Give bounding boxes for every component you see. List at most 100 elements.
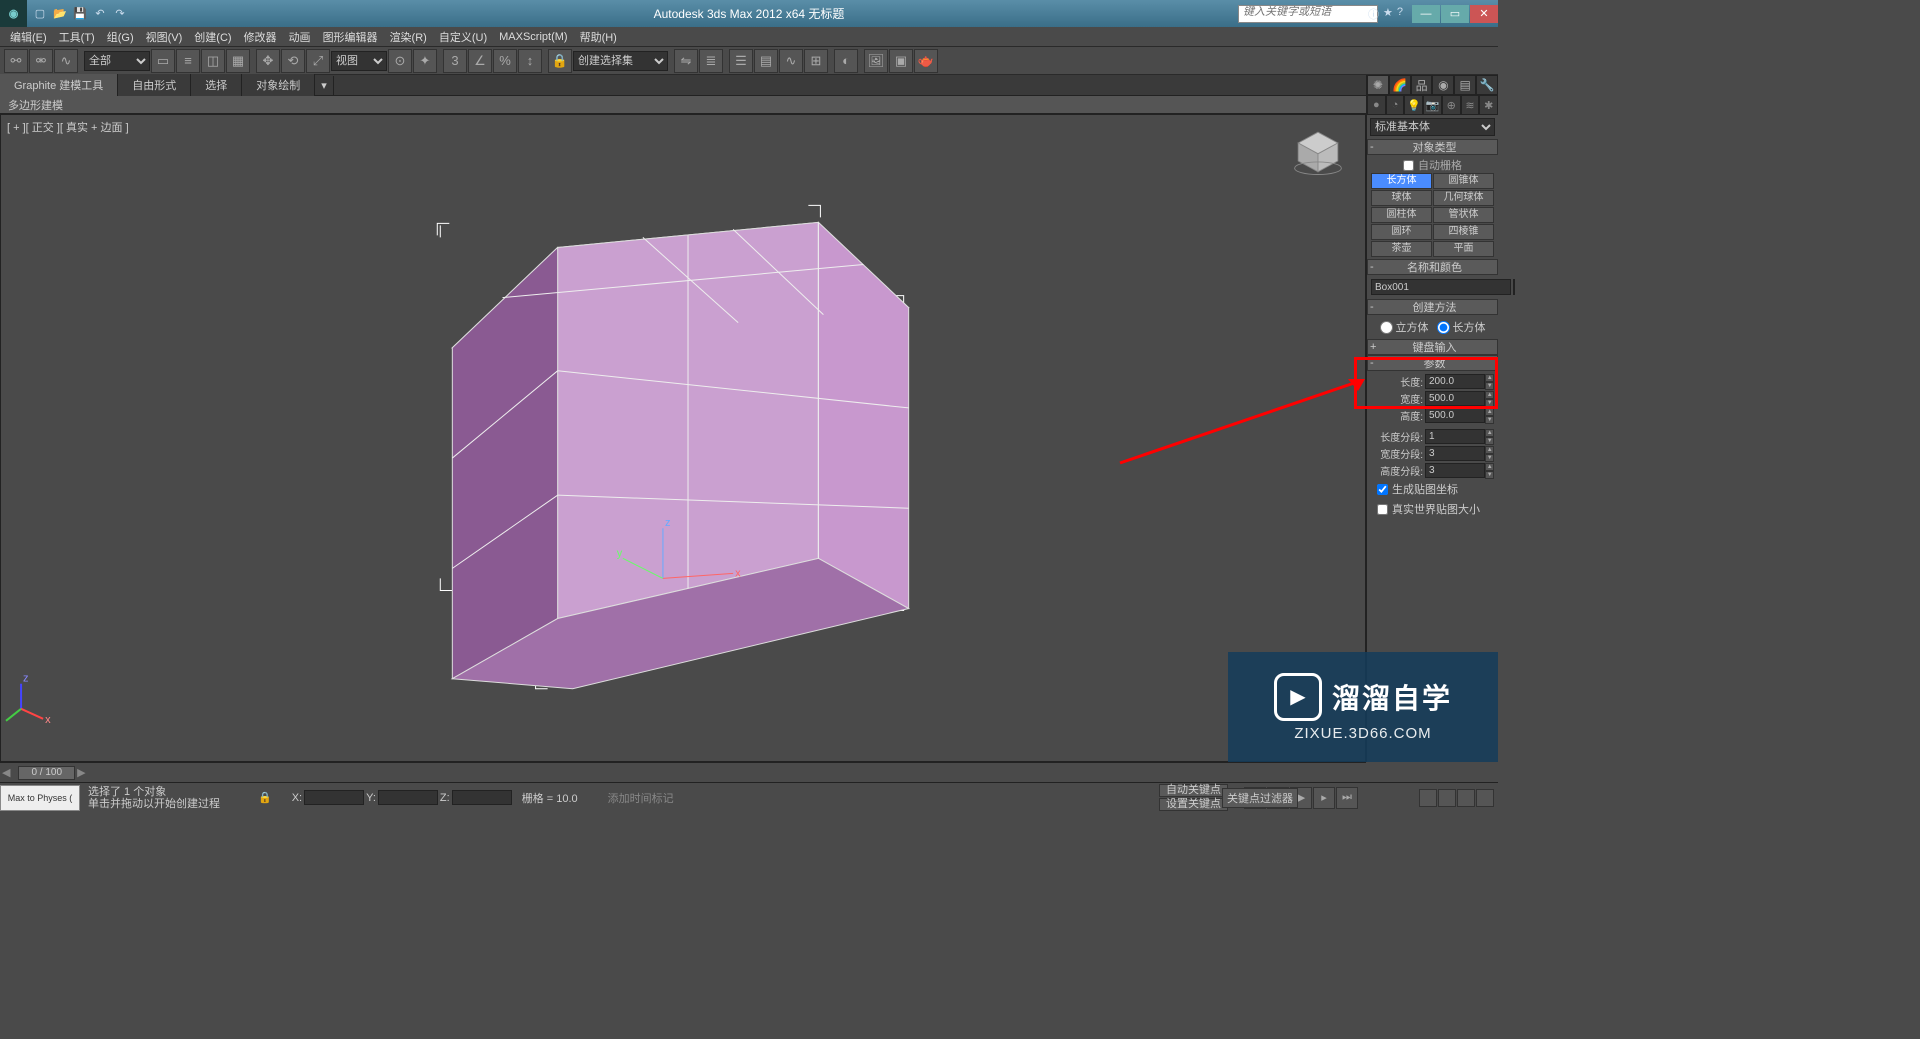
prim-cylinder-button[interactable]: 圆柱体 [1371, 207, 1432, 223]
scale-icon[interactable]: ⤢ [306, 49, 330, 73]
graphite-icon[interactable]: ▤ [754, 49, 778, 73]
autogrid-checkbox[interactable] [1403, 160, 1414, 171]
color-swatch[interactable] [1513, 279, 1515, 295]
next-frame-icon[interactable]: ▸ [1313, 787, 1335, 809]
menu-grapheditors[interactable]: 图形编辑器 [317, 27, 384, 47]
prim-tube-button[interactable]: 管状体 [1433, 207, 1494, 223]
qat-open-icon[interactable]: 📂 [51, 5, 69, 23]
rollout-name-color[interactable]: -名称和颜色 [1367, 259, 1498, 275]
unlink-icon[interactable]: ⚮ [29, 49, 53, 73]
hierarchy-tab-icon[interactable]: 品 [1411, 75, 1433, 95]
render-icon[interactable]: 🫖 [914, 49, 938, 73]
setkey-button[interactable]: 设置关键点 [1159, 798, 1228, 811]
menu-create[interactable]: 创建(C) [188, 27, 237, 47]
rotate-icon[interactable]: ⟲ [281, 49, 305, 73]
menu-maxscript[interactable]: MAXScript(M) [493, 29, 573, 45]
lights-icon[interactable]: 💡 [1404, 95, 1423, 115]
lock-icon[interactable]: 🔒 [258, 791, 272, 804]
layers-icon[interactable]: ☰ [729, 49, 753, 73]
prim-box-button[interactable]: 长方体 [1371, 173, 1432, 189]
render-frame-icon[interactable]: ▣ [889, 49, 913, 73]
systems-icon[interactable]: ✱ [1479, 95, 1498, 115]
display-tab-icon[interactable]: ▤ [1454, 75, 1476, 95]
align-icon[interactable]: ≣ [699, 49, 723, 73]
nav-max-icon[interactable] [1476, 789, 1494, 807]
radio-cube[interactable]: 立方体 [1380, 319, 1429, 335]
help-search[interactable] [1238, 5, 1378, 23]
link-icon[interactable]: ⚯ [4, 49, 28, 73]
helpers-icon[interactable]: ⊕ [1442, 95, 1461, 115]
app-logo-icon[interactable]: ◉ [0, 0, 27, 27]
shapes-icon[interactable]: ◔ [1386, 95, 1405, 115]
motion-tab-icon[interactable]: ◉ [1432, 75, 1454, 95]
tab-freeform[interactable]: 自由形式 [118, 74, 191, 96]
qat-undo-icon[interactable]: ↶ [91, 5, 109, 23]
prim-sphere-button[interactable]: 球体 [1371, 190, 1432, 206]
render-setup-icon[interactable]: 🖼 [864, 49, 888, 73]
ribbon-expand-icon[interactable]: ▾ [315, 76, 334, 95]
ref-coord-system[interactable]: 视图 [331, 51, 387, 71]
menu-modifiers[interactable]: 修改器 [238, 27, 283, 47]
prim-torus-button[interactable]: 圆环 [1371, 224, 1432, 240]
modify-tab-icon[interactable]: 🌈 [1389, 75, 1411, 95]
percent-snap-icon[interactable]: % [493, 49, 517, 73]
prim-plane-button[interactable]: 平面 [1433, 241, 1494, 257]
maxscript-listener[interactable]: Max to Physes ( [0, 785, 80, 811]
qat-save-icon[interactable]: 💾 [71, 5, 89, 23]
create-tab-icon[interactable]: ✺ [1367, 75, 1389, 95]
length-input[interactable] [1425, 374, 1485, 389]
viewcube-icon[interactable] [1291, 125, 1345, 179]
select-icon[interactable]: ▭ [151, 49, 175, 73]
menu-customize[interactable]: 自定义(U) [433, 27, 493, 47]
geom-icon[interactable]: ● [1367, 95, 1386, 115]
tab-selection[interactable]: 选择 [191, 74, 242, 96]
time-slider[interactable]: ◀ 0 / 100 ▶ [0, 762, 1366, 782]
prim-cone-button[interactable]: 圆锥体 [1433, 173, 1494, 189]
maximize-button[interactable]: ▭ [1441, 5, 1469, 23]
category-dropdown[interactable]: 标准基本体 [1370, 118, 1495, 136]
mirror-icon[interactable]: ⇋ [674, 49, 698, 73]
star-icon[interactable]: ★ [1383, 6, 1393, 22]
window-crossing-icon[interactable]: ▦ [226, 49, 250, 73]
length-segs-input[interactable] [1425, 429, 1485, 444]
spinner-down-icon[interactable]: ▼ [1485, 382, 1494, 390]
utilities-tab-icon[interactable]: 🔧 [1476, 75, 1498, 95]
spacewarps-icon[interactable]: ≋ [1461, 95, 1480, 115]
move-icon[interactable]: ✥ [256, 49, 280, 73]
spinner-up-icon[interactable]: ▲ [1485, 374, 1494, 382]
help-icon[interactable]: ? [1397, 6, 1403, 22]
height-input[interactable] [1425, 408, 1485, 423]
qat-new-icon[interactable]: ▢ [31, 5, 49, 23]
nav-pan-icon[interactable] [1419, 789, 1437, 807]
timeslider-left-icon[interactable]: ◀ [2, 766, 10, 779]
coord-z-input[interactable] [452, 790, 512, 805]
angle-snap-icon[interactable]: ∠ [468, 49, 492, 73]
nav-zoom-icon[interactable] [1438, 789, 1456, 807]
pivot-icon[interactable]: ⊙ [388, 49, 412, 73]
coord-y-input[interactable] [378, 790, 438, 805]
menu-group[interactable]: 组(G) [101, 27, 140, 47]
curve-editor-icon[interactable]: ∿ [779, 49, 803, 73]
menu-rendering[interactable]: 渲染(R) [384, 27, 433, 47]
infocenter-icon[interactable]: ⓘ [1368, 6, 1379, 22]
prim-pyramid-button[interactable]: 四棱锥 [1433, 224, 1494, 240]
schematic-icon[interactable]: ⊞ [804, 49, 828, 73]
viewport[interactable]: [ + ][ 正交 ][ 真实 + 边面 ] [0, 114, 1366, 762]
tab-objpaint[interactable]: 对象绘制 [242, 74, 315, 96]
radio-box[interactable]: 长方体 [1437, 319, 1486, 335]
prim-teapot-button[interactable]: 茶壶 [1371, 241, 1432, 257]
object-name-input[interactable] [1371, 279, 1511, 295]
snap-icon[interactable]: 3 [443, 49, 467, 73]
spinner-snap-icon[interactable]: ↕ [518, 49, 542, 73]
time-slider-handle[interactable]: 0 / 100 [18, 766, 75, 780]
menu-help[interactable]: 帮助(H) [574, 27, 623, 47]
width-segs-input[interactable] [1425, 446, 1485, 461]
nav-orbit-icon[interactable] [1457, 789, 1475, 807]
timeslider-right-icon[interactable]: ▶ [77, 766, 85, 779]
selection-filter[interactable]: 全部 [84, 51, 150, 71]
menu-edit[interactable]: 编辑(E) [4, 27, 53, 47]
realworld-checkbox[interactable] [1377, 504, 1388, 515]
rollout-parameters[interactable]: -参数 [1367, 355, 1498, 371]
width-input[interactable] [1425, 391, 1485, 406]
qat-redo-icon[interactable]: ↷ [111, 5, 129, 23]
